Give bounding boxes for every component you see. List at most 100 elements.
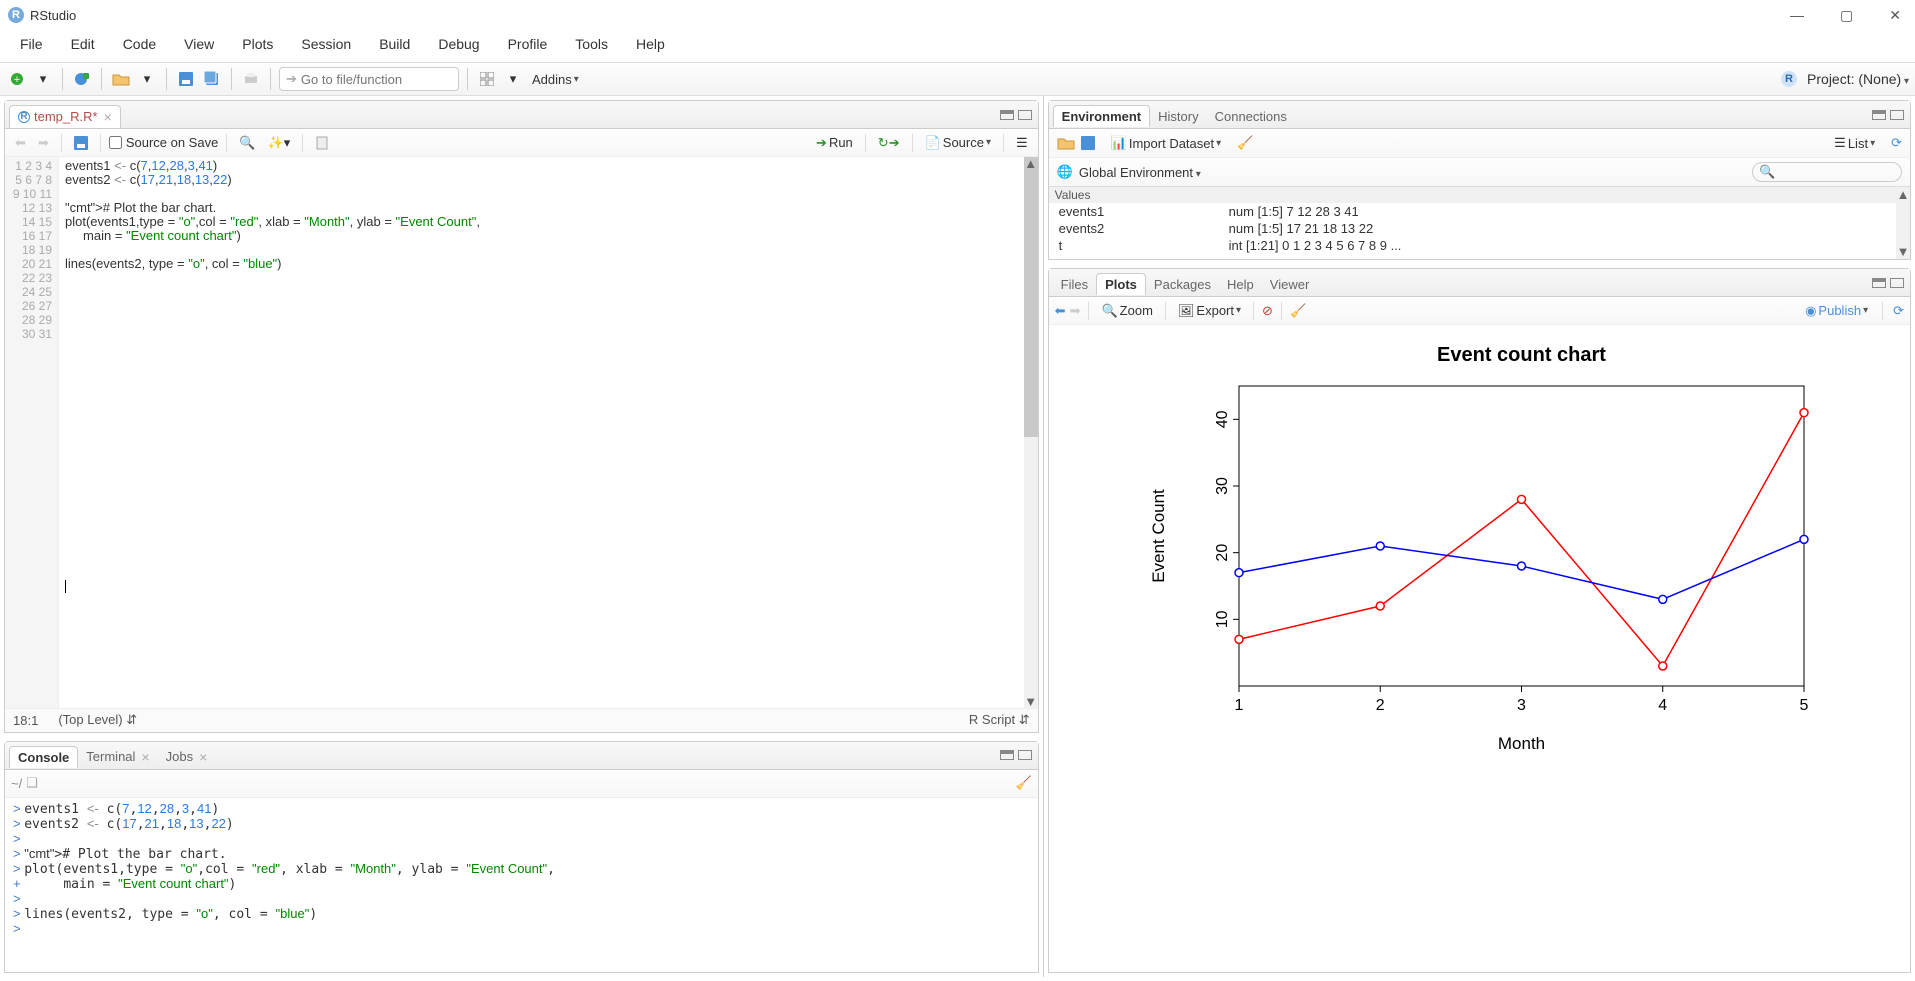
plot-canvas: Event count chart12345Month10203040Event… xyxy=(1049,325,1910,972)
tab-viewer[interactable]: Viewer xyxy=(1262,274,1318,295)
print-icon[interactable] xyxy=(240,68,262,90)
env-search[interactable]: 🔍 xyxy=(1752,162,1902,182)
clear-env-icon[interactable]: 🧹 xyxy=(1237,135,1253,151)
menu-profile[interactable]: Profile xyxy=(494,32,562,56)
maximize-button[interactable]: ▢ xyxy=(1834,5,1859,26)
plots-minimize-icon[interactable] xyxy=(1872,278,1886,288)
notebook-icon[interactable] xyxy=(311,134,333,152)
env-row[interactable]: events2num [1:5] 17 21 18 13 22 xyxy=(1049,220,1910,237)
find-icon[interactable]: 🔍 xyxy=(235,133,259,153)
env-scrollbar[interactable]: ▲ ▼ xyxy=(1896,187,1910,259)
back-icon[interactable]: ⬅ xyxy=(11,133,30,153)
tab-plots[interactable]: Plots xyxy=(1096,273,1146,295)
scope-selector[interactable]: (Top Level) ⇵ xyxy=(58,712,137,728)
minimize-button[interactable]: — xyxy=(1784,5,1810,26)
publish-button[interactable]: ◉ Publish xyxy=(1801,301,1872,321)
save-source-icon[interactable] xyxy=(70,134,92,152)
run-button[interactable]: ➔ Run xyxy=(812,133,857,153)
tab-connections[interactable]: Connections xyxy=(1207,106,1295,127)
env-scope-selector[interactable]: Global Environment xyxy=(1079,165,1201,180)
filetype-selector[interactable]: R Script ⇵ xyxy=(969,712,1030,728)
tab-help[interactable]: Help xyxy=(1219,274,1262,295)
editor-scrollbar[interactable]: ▼▲ xyxy=(1024,157,1038,708)
new-file-dropdown[interactable]: ▾ xyxy=(32,68,54,90)
menu-debug[interactable]: Debug xyxy=(424,32,493,56)
menu-edit[interactable]: Edit xyxy=(57,32,109,56)
new-file-icon[interactable]: + xyxy=(6,68,28,90)
zoom-button[interactable]: 🔍 Zoom xyxy=(1097,301,1156,321)
env-row[interactable]: tint [1:21] 0 1 2 3 4 5 6 7 8 9 ... xyxy=(1049,237,1910,254)
env-tabstrip: Environment History Connections xyxy=(1049,101,1910,129)
menu-session[interactable]: Session xyxy=(287,32,365,56)
refresh-env-icon[interactable]: ⟳ xyxy=(1891,135,1902,151)
forward-icon[interactable]: ➡ xyxy=(34,133,53,153)
remove-plot-icon[interactable]: ⊘ xyxy=(1262,303,1273,319)
menu-plots[interactable]: Plots xyxy=(228,32,287,56)
source-on-save-checkbox[interactable] xyxy=(109,136,122,149)
view-mode-list[interactable]: ☰ List xyxy=(1830,133,1879,153)
grid-dropdown[interactable]: ▾ xyxy=(502,68,524,90)
tab-terminal[interactable]: Terminal× xyxy=(78,746,157,768)
close-window-button[interactable]: ✕ xyxy=(1883,5,1907,26)
next-plot-icon[interactable]: ➡ xyxy=(1070,303,1081,319)
env-minimize-icon[interactable] xyxy=(1872,110,1886,120)
source-editor[interactable]: 1 2 3 4 5 6 7 8 9 10 11 12 13 14 15 16 1… xyxy=(5,157,1038,708)
clear-plots-icon[interactable]: 🧹 xyxy=(1290,303,1306,319)
source-tab[interactable]: R temp_R.R* × xyxy=(9,105,121,128)
open-file-icon[interactable] xyxy=(110,68,132,90)
clear-console-icon[interactable]: 🧹 xyxy=(1015,775,1031,790)
console-output[interactable]: > events1 <- c(7,12,28,3,41) > events2 <… xyxy=(5,798,1038,972)
console-cwd-icon[interactable]: ❏ xyxy=(26,775,38,791)
export-button[interactable]: 🖼 Export xyxy=(1174,301,1245,321)
goto-file-function[interactable]: ➔ xyxy=(279,67,459,91)
tab-environment[interactable]: Environment xyxy=(1053,105,1150,127)
close-tab-icon[interactable]: × xyxy=(104,109,112,125)
cursor-position: 18:1 xyxy=(13,713,38,728)
tab-history[interactable]: History xyxy=(1150,106,1206,127)
rerun-icon[interactable]: ↻➔ xyxy=(874,133,904,153)
project-selector[interactable]: Project: (None) xyxy=(1807,71,1909,87)
source-button[interactable]: 📄 Source xyxy=(921,133,995,153)
refresh-plot-icon[interactable]: ⟳ xyxy=(1893,303,1904,319)
console-subbar: ~/ ❏ 🧹 xyxy=(5,770,1038,798)
goto-input[interactable] xyxy=(301,72,441,87)
console-minimize-icon[interactable] xyxy=(1000,750,1014,760)
source-tab-label: temp_R.R* xyxy=(34,109,98,124)
menu-file[interactable]: File xyxy=(6,32,57,56)
import-dataset-button[interactable]: 📊 Import Dataset xyxy=(1107,133,1225,153)
tab-files[interactable]: Files xyxy=(1053,274,1096,295)
svg-text:Event Count: Event Count xyxy=(1149,489,1168,583)
svg-text:4: 4 xyxy=(1659,697,1668,714)
plots-toolbar: ⬅ ➡ 🔍 Zoom 🖼 Export ⊘ 🧹 ◉ Publish ⟳ xyxy=(1049,297,1910,325)
save-all-icon[interactable] xyxy=(201,68,223,90)
menu-help[interactable]: Help xyxy=(622,32,679,56)
new-project-icon[interactable] xyxy=(71,68,93,90)
svg-text:5: 5 xyxy=(1800,697,1809,714)
source-minimize-icon[interactable] xyxy=(1000,110,1014,120)
tab-console[interactable]: Console xyxy=(9,746,78,768)
svg-text:10: 10 xyxy=(1214,610,1231,628)
save-icon[interactable] xyxy=(175,68,197,90)
source-maximize-icon[interactable] xyxy=(1018,110,1032,120)
wand-icon[interactable]: ✨▾ xyxy=(264,133,295,153)
menu-code[interactable]: Code xyxy=(109,32,170,56)
menu-view[interactable]: View xyxy=(170,32,228,56)
tab-packages[interactable]: Packages xyxy=(1146,274,1219,295)
outline-icon[interactable]: ☰ xyxy=(1012,133,1032,153)
console-maximize-icon[interactable] xyxy=(1018,750,1032,760)
menu-tools[interactable]: Tools xyxy=(561,32,622,56)
prev-plot-icon[interactable]: ⬅ xyxy=(1055,303,1066,319)
grid-panes-icon[interactable] xyxy=(476,68,498,90)
plots-maximize-icon[interactable] xyxy=(1890,278,1904,288)
load-workspace-icon[interactable] xyxy=(1057,136,1075,150)
env-scope-bar: 🌐 Global Environment 🔍 xyxy=(1049,158,1910,187)
env-row[interactable]: events1num [1:5] 7 12 28 3 41 xyxy=(1049,203,1910,220)
addins-menu[interactable]: Addins xyxy=(528,70,583,89)
svg-text:20: 20 xyxy=(1214,544,1231,562)
tab-jobs[interactable]: Jobs× xyxy=(158,746,216,768)
menu-build[interactable]: Build xyxy=(365,32,424,56)
env-maximize-icon[interactable] xyxy=(1890,110,1904,120)
save-workspace-icon[interactable] xyxy=(1081,136,1095,150)
env-toolbar: 📊 Import Dataset 🧹 ☰ List ⟳ xyxy=(1049,129,1910,158)
open-file-dropdown[interactable]: ▾ xyxy=(136,68,158,90)
